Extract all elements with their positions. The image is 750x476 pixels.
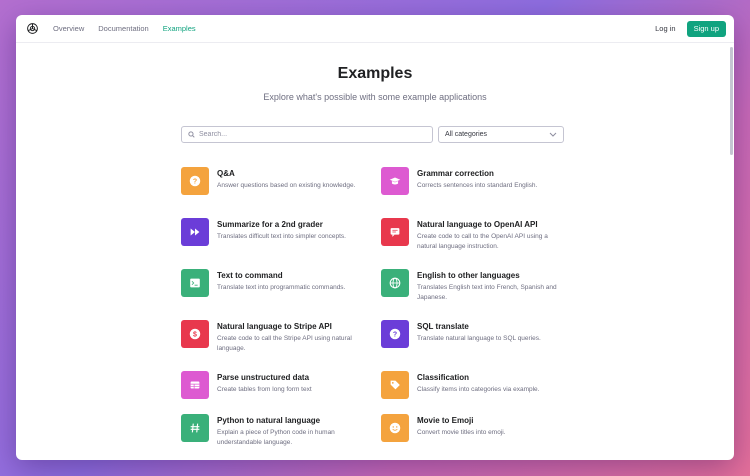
openai-logo-icon[interactable] [26,22,39,35]
message-icon [381,218,409,246]
category-select-value: All categories [445,131,488,138]
example-card[interactable]: Grammar correction Corrects sentences int… [381,167,576,195]
example-description: Translate natural language to SQL querie… [417,335,541,342]
example-description: Translates difficult text into simpler c… [217,233,346,240]
question-icon: ? [381,320,409,348]
example-card[interactable]: $ Natural language to Stripe API Create co… [181,320,376,354]
example-card[interactable]: Classification Classify items into catego… [381,371,576,399]
example-description: Translates English text into French, Spa… [417,284,557,302]
example-text: English to other languages Translates Eng… [417,269,569,303]
example-title: Summarize for a 2nd grader [217,220,323,229]
example-card[interactable]: Parse unstructured data Create tables fro… [181,371,376,399]
globe-icon [381,269,409,297]
example-description: Create code to call the Stripe API using… [217,335,352,353]
example-description: Answer questions based on existing knowl… [217,182,356,189]
example-description: Convert movie titles into emoji. [417,429,506,436]
example-title: Classification [417,373,470,382]
scrollbar[interactable] [730,43,734,161]
example-title: Grammar correction [417,169,494,178]
example-description: Create code to call to the OpenAI API us… [417,233,548,251]
example-description: Explain a piece of Python code in human … [217,429,335,447]
example-title: Parse unstructured data [217,373,310,382]
example-text: Natural language to Stripe API Create cod… [217,320,369,354]
example-card[interactable]: Summarize for a 2nd grader Translates dif… [181,218,376,246]
search-box[interactable] [181,126,433,143]
example-text: Classification Classify items into catego… [417,371,569,399]
example-text: Natural language to OpenAI API Create cod… [417,218,569,252]
nav-examples[interactable]: Examples [163,24,196,33]
fast-forward-icon [181,218,209,246]
svg-text:?: ? [393,332,397,339]
nav-documentation[interactable]: Documentation [98,24,148,33]
example-card[interactable]: Movie to Emoji Convert movie titles into … [381,414,576,442]
example-title: Natural language to Stripe API [217,322,332,331]
example-description: Corrects sentences into standard English… [417,182,538,189]
example-text: Summarize for a 2nd grader Translates dif… [217,218,369,246]
svg-text:?: ? [193,179,197,186]
category-select[interactable]: All categories [438,126,564,143]
table-icon [181,371,209,399]
search-icon [188,131,195,138]
example-card[interactable]: Python to natural language Explain a piec… [181,414,376,448]
example-description: Classify items into categories via examp… [417,386,540,393]
nav-actions: Log in Sign up [655,20,726,37]
login-link[interactable]: Log in [655,24,675,33]
signup-button[interactable]: Sign up [686,20,726,37]
tag-icon [381,371,409,399]
example-text: SQL translate Translate natural language … [417,320,569,348]
example-title: English to other languages [417,271,520,280]
search-input[interactable] [199,131,419,138]
example-title: Movie to Emoji [417,416,474,425]
page-title: Examples [337,65,413,82]
example-text: Grammar correction Corrects sentences int… [417,167,569,195]
example-title: Python to natural language [217,416,321,425]
question-icon: ? [181,167,209,195]
example-card[interactable]: ? Q&A Answer questions based on existing k… [181,167,376,195]
example-card[interactable]: ? SQL translate Translate natural language… [381,320,576,348]
top-navbar: Overview Documentation Examples Log in S… [16,15,734,43]
example-card[interactable]: Text to command Translate text into progr… [181,269,376,297]
smile-icon [381,414,409,442]
example-title: SQL translate [417,322,469,331]
example-text: Q&A Answer questions based on existing kn… [217,167,369,195]
example-title: Q&A [217,169,235,178]
example-text: Text to command Translate text into progr… [217,269,369,297]
example-text: Parse unstructured data Create tables fro… [217,371,369,399]
page-subtitle: Explore what's possible with some exampl… [263,92,487,102]
example-title: Text to command [217,271,283,280]
graduation-cap-icon [381,167,409,195]
app-window: Overview Documentation Examples Log in S… [16,15,734,460]
example-text: Movie to Emoji Convert movie titles into … [417,414,569,442]
dollar-icon: $ [181,320,209,348]
svg-text:$: $ [193,332,197,339]
hash-icon [181,414,209,442]
example-card[interactable]: Natural language to OpenAI API Create cod… [381,218,576,252]
example-card[interactable]: English to other languages Translates Eng… [381,269,576,303]
example-text: Python to natural language Explain a piec… [217,414,369,448]
chevron-down-icon [549,132,557,137]
nav-overview[interactable]: Overview [53,24,84,33]
terminal-icon [181,269,209,297]
example-description: Translate text into programmatic command… [217,284,346,291]
example-title: Natural language to OpenAI API [417,220,538,229]
example-description: Create tables from long form text [217,386,312,393]
